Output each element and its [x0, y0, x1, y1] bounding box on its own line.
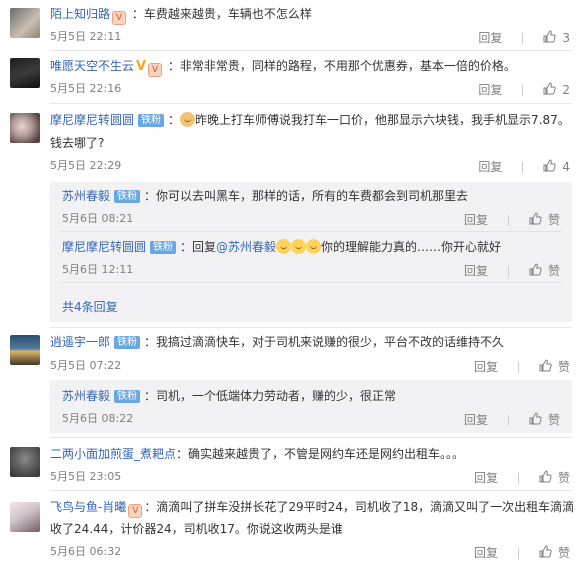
reply-button[interactable]: 回复 [464, 264, 488, 278]
timestamp: 5月6日 06:32 [50, 545, 122, 558]
avatar[interactable] [10, 8, 40, 38]
avatar[interactable] [10, 447, 40, 477]
username[interactable]: 苏州春毅 [62, 389, 110, 403]
username[interactable]: 逍遥宇一郎 [50, 335, 110, 349]
thumbs-up-icon[interactable] [543, 30, 557, 46]
like-count: 4 [562, 160, 570, 174]
username[interactable]: 唯愿天空不生云 [50, 59, 134, 73]
timestamp: 5月5日 23:05 [50, 470, 122, 483]
comment-text-continued: 收了24.44，计价器24，司机收17。你说这收两头是谁 [50, 522, 343, 536]
like-button-label[interactable]: 赞 [548, 264, 560, 278]
like-count: 3 [562, 31, 570, 45]
username[interactable]: 飞鸟与鱼-肖曦 [50, 500, 126, 514]
username[interactable]: 摩尼摩尼转圆圆 [62, 240, 146, 254]
reply-button[interactable]: 回复 [474, 360, 498, 374]
divider [517, 472, 519, 484]
reply-button[interactable]: 回复 [478, 160, 502, 174]
divider [50, 50, 572, 51]
reply-text: 你的理解能力真的……你开心就好 [321, 240, 502, 254]
timestamp: 5月6日 12:11 [62, 263, 134, 276]
timestamp: 5月5日 22:29 [50, 159, 122, 172]
thumbs-up-icon[interactable] [539, 470, 552, 486]
comment-text: ：非常非常贵，同样的路程，不用那个优惠券，基本一倍的价格。 [167, 59, 516, 73]
reply-thread: 苏州春毅 铁粉 ：你可以去叫黑车，那样的话，所有的车费都会到司机那里去 5月6日 0… [50, 182, 572, 322]
dog-emoji-icon [180, 112, 196, 127]
more-replies-link[interactable]: 共4条回复 [62, 298, 118, 315]
comment-text-continued: 钱去哪了? [50, 136, 105, 150]
thumbs-up-icon[interactable] [529, 212, 542, 228]
thumbs-up-icon[interactable] [543, 82, 557, 98]
username[interactable]: 陌上知归路 [50, 7, 110, 21]
divider [60, 231, 562, 232]
reply-button[interactable]: 回复 [474, 471, 498, 485]
reply-button[interactable]: 回复 [464, 213, 488, 227]
avatar[interactable] [10, 502, 40, 532]
comment-text: 昨晚上打车师傅说我打车一口价，他那显示六块钱，我手机显示7.87。 [195, 113, 570, 127]
like-button-label[interactable]: 赞 [558, 546, 570, 560]
timestamp: 5月6日 08:22 [62, 412, 134, 425]
emoji-icon [276, 239, 292, 254]
divider [522, 32, 524, 44]
divider [50, 437, 572, 438]
avatar[interactable] [10, 335, 40, 365]
like-button-label[interactable]: 赞 [548, 213, 560, 227]
avatar[interactable] [10, 58, 40, 88]
reply-button[interactable]: 回复 [478, 31, 502, 45]
vip-badge-icon: V [128, 504, 143, 518]
divider [50, 490, 572, 491]
thumbs-up-icon[interactable] [529, 412, 542, 428]
fan-badge: 铁粉 [114, 390, 141, 403]
divider [60, 282, 562, 283]
thumbs-up-icon[interactable] [539, 359, 552, 375]
like-button-label[interactable]: 赞 [558, 471, 570, 485]
divider [50, 327, 572, 328]
divider [507, 265, 509, 277]
fan-badge: 铁粉 [138, 114, 165, 127]
like-button-label[interactable]: 赞 [548, 413, 560, 427]
timestamp: 5月5日 07:22 [50, 359, 122, 372]
thumbs-up-icon[interactable] [539, 545, 552, 561]
avatar[interactable] [10, 113, 40, 143]
comment-text: ：滴滴叫了拼车没拼长花了29平时24，司机收了18，滴滴又叫了一次出租车滴滴 [144, 500, 575, 514]
fan-badge: 铁粉 [150, 241, 177, 254]
timestamp: 5月5日 22:11 [50, 30, 122, 43]
username[interactable]: 摩尼摩尼转圆圆 [50, 113, 134, 127]
timestamp: 5月6日 08:21 [62, 212, 134, 225]
thumbs-up-icon[interactable] [543, 159, 557, 175]
divider [522, 84, 524, 96]
divider [517, 547, 519, 559]
reply-thread: 苏州春毅 铁粉 ：司机，一个低端体力劳动者，赚的少，很正常 5月6日 08:22 回… [50, 380, 572, 433]
divider [507, 414, 509, 426]
mention-link[interactable]: @苏州春毅 [216, 240, 276, 254]
divider [522, 161, 524, 173]
divider [517, 361, 519, 373]
comment-text: ：车费越来越贵，车辆也不怎么样 [131, 7, 312, 21]
like-count: 2 [562, 83, 570, 97]
reply-button[interactable]: 回复 [478, 83, 502, 97]
vip-badge-icon: V [148, 63, 163, 77]
thumbs-up-icon[interactable] [529, 263, 542, 279]
reply-button[interactable]: 回复 [474, 546, 498, 560]
username[interactable]: 苏州春毅 [62, 189, 110, 203]
reply-button[interactable]: 回复 [464, 413, 488, 427]
verified-v-icon: V [136, 59, 147, 74]
username[interactable]: 二两小面加煎蛋_煮耙点 [50, 447, 176, 461]
divider [50, 103, 572, 104]
fan-badge: 铁粉 [114, 190, 141, 203]
colon: ： [168, 113, 181, 127]
timestamp: 5月5日 22:16 [50, 82, 122, 95]
fan-badge: 铁粉 [114, 336, 141, 349]
divider [507, 214, 509, 226]
comment-text: ：我搞过滴滴快车，对于司机来说赚的很少，平台不改的话维持不久 [144, 335, 505, 349]
emoji-icon [306, 239, 322, 254]
like-button-label[interactable]: 赞 [558, 360, 570, 374]
reply-text: ：你可以去叫黑车，那样的话，所有的车费都会到司机那里去 [144, 189, 469, 203]
vip-badge-icon: V [112, 11, 127, 25]
comment-text: ：确实越来越贵了，不管是网约车还是网约出租车。。。 [176, 447, 465, 461]
emoji-icon [291, 239, 307, 254]
reply-prefix: ：回复 [180, 240, 217, 254]
reply-text: ：司机，一个低端体力劳动者，赚的少，很正常 [144, 389, 397, 403]
